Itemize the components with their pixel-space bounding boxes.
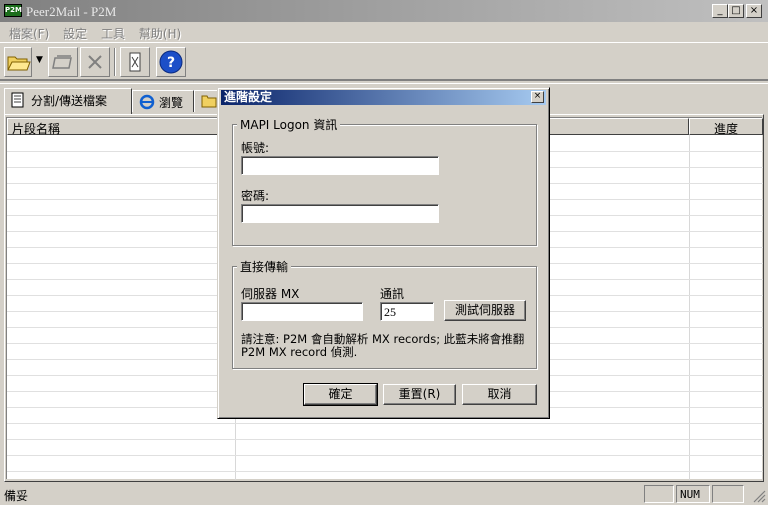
open-file-button[interactable]: [48, 47, 78, 77]
tab-browse[interactable]: 瀏覽: [132, 90, 194, 112]
document-icon: [11, 92, 24, 108]
help-button[interactable]: ?: [156, 47, 186, 77]
port-field[interactable]: 25: [380, 302, 434, 321]
open-file-icon: [52, 55, 72, 69]
cancel-button[interactable]: 取消: [462, 384, 537, 405]
column-header-progress[interactable]: 進度: [689, 118, 763, 136]
status-panel-scroll: [712, 485, 744, 503]
delete-button[interactable]: [80, 47, 110, 77]
table-row-line: [7, 471, 763, 472]
account-label: 帳號:: [241, 141, 270, 155]
delete-icon: [88, 55, 102, 69]
password-field[interactable]: [241, 204, 439, 223]
split-button[interactable]: [120, 47, 150, 77]
status-panel-num: NUM: [676, 485, 710, 503]
table-row-line: [7, 423, 763, 424]
dialog-title: 進階設定: [224, 90, 273, 104]
direct-transfer-group-label: 直接傳輸: [237, 258, 292, 275]
split-icon: [129, 52, 141, 72]
column-divider: [689, 135, 690, 480]
maximize-button[interactable]: □: [728, 4, 744, 18]
advanced-settings-dialog: 進階設定 × MAPI Logon 資訊 帳號: 密碼: 直接傳輸 伺服器 MX…: [217, 87, 550, 419]
resize-grip-icon[interactable]: [752, 489, 766, 503]
menu-bar: 檔案(F) 設定 工具 幫助(H): [0, 22, 768, 42]
minimize-button[interactable]: _: [712, 4, 728, 18]
column-header-segment-name[interactable]: 片段名稱: [7, 118, 235, 136]
ok-button[interactable]: 確定: [303, 383, 378, 406]
status-panel-caps: [644, 485, 674, 503]
reset-button[interactable]: 重置(R): [383, 384, 456, 405]
close-button[interactable]: ×: [746, 4, 762, 18]
status-text: 備妥: [4, 489, 29, 503]
server-mx-label: 伺服器 MX: [241, 287, 300, 301]
status-bar: 備妥 NUM: [0, 483, 768, 505]
help-icon: ?: [159, 50, 183, 74]
table-row-line: [7, 439, 763, 440]
test-server-button[interactable]: 測試伺服器: [444, 300, 526, 321]
toolbar-separator: [114, 48, 116, 76]
tab-split-send[interactable]: 分割/傳送檔案: [4, 88, 132, 114]
mapi-group-label: MAPI Logon 資訊: [237, 116, 341, 133]
toolbar-divider: [0, 80, 768, 84]
app-icon: P2M: [4, 4, 22, 17]
dialog-title-bar: 進階設定 ×: [221, 90, 546, 105]
ie-browser-icon: [139, 94, 155, 110]
table-row-line: [7, 455, 763, 456]
folder-icon: [201, 95, 217, 108]
tab-label: 分割/傳送檔案: [31, 94, 108, 108]
dropdown-arrow-icon[interactable]: ▼: [36, 55, 43, 65]
title-bar: P2M Peer2Mail - P2M _ □ ×: [0, 0, 768, 22]
mapi-group: [232, 124, 537, 246]
mx-note: 請注意: P2M 會自動解析 MX records; 此藍未將會推翻 P2M M…: [241, 332, 525, 359]
server-mx-field[interactable]: [241, 302, 363, 321]
dialog-close-button[interactable]: ×: [531, 91, 544, 103]
svg-text:?: ?: [167, 55, 175, 71]
account-field[interactable]: [241, 156, 439, 175]
open-folder-icon: [7, 56, 31, 71]
toolbar: ▼ ?: [0, 42, 768, 80]
port-label: 通訊: [380, 287, 405, 301]
password-label: 密碼:: [241, 189, 270, 203]
tab-label: 瀏覽: [159, 96, 184, 110]
open-button[interactable]: [4, 47, 32, 77]
window-title: Peer2Mail - P2M: [26, 4, 117, 19]
